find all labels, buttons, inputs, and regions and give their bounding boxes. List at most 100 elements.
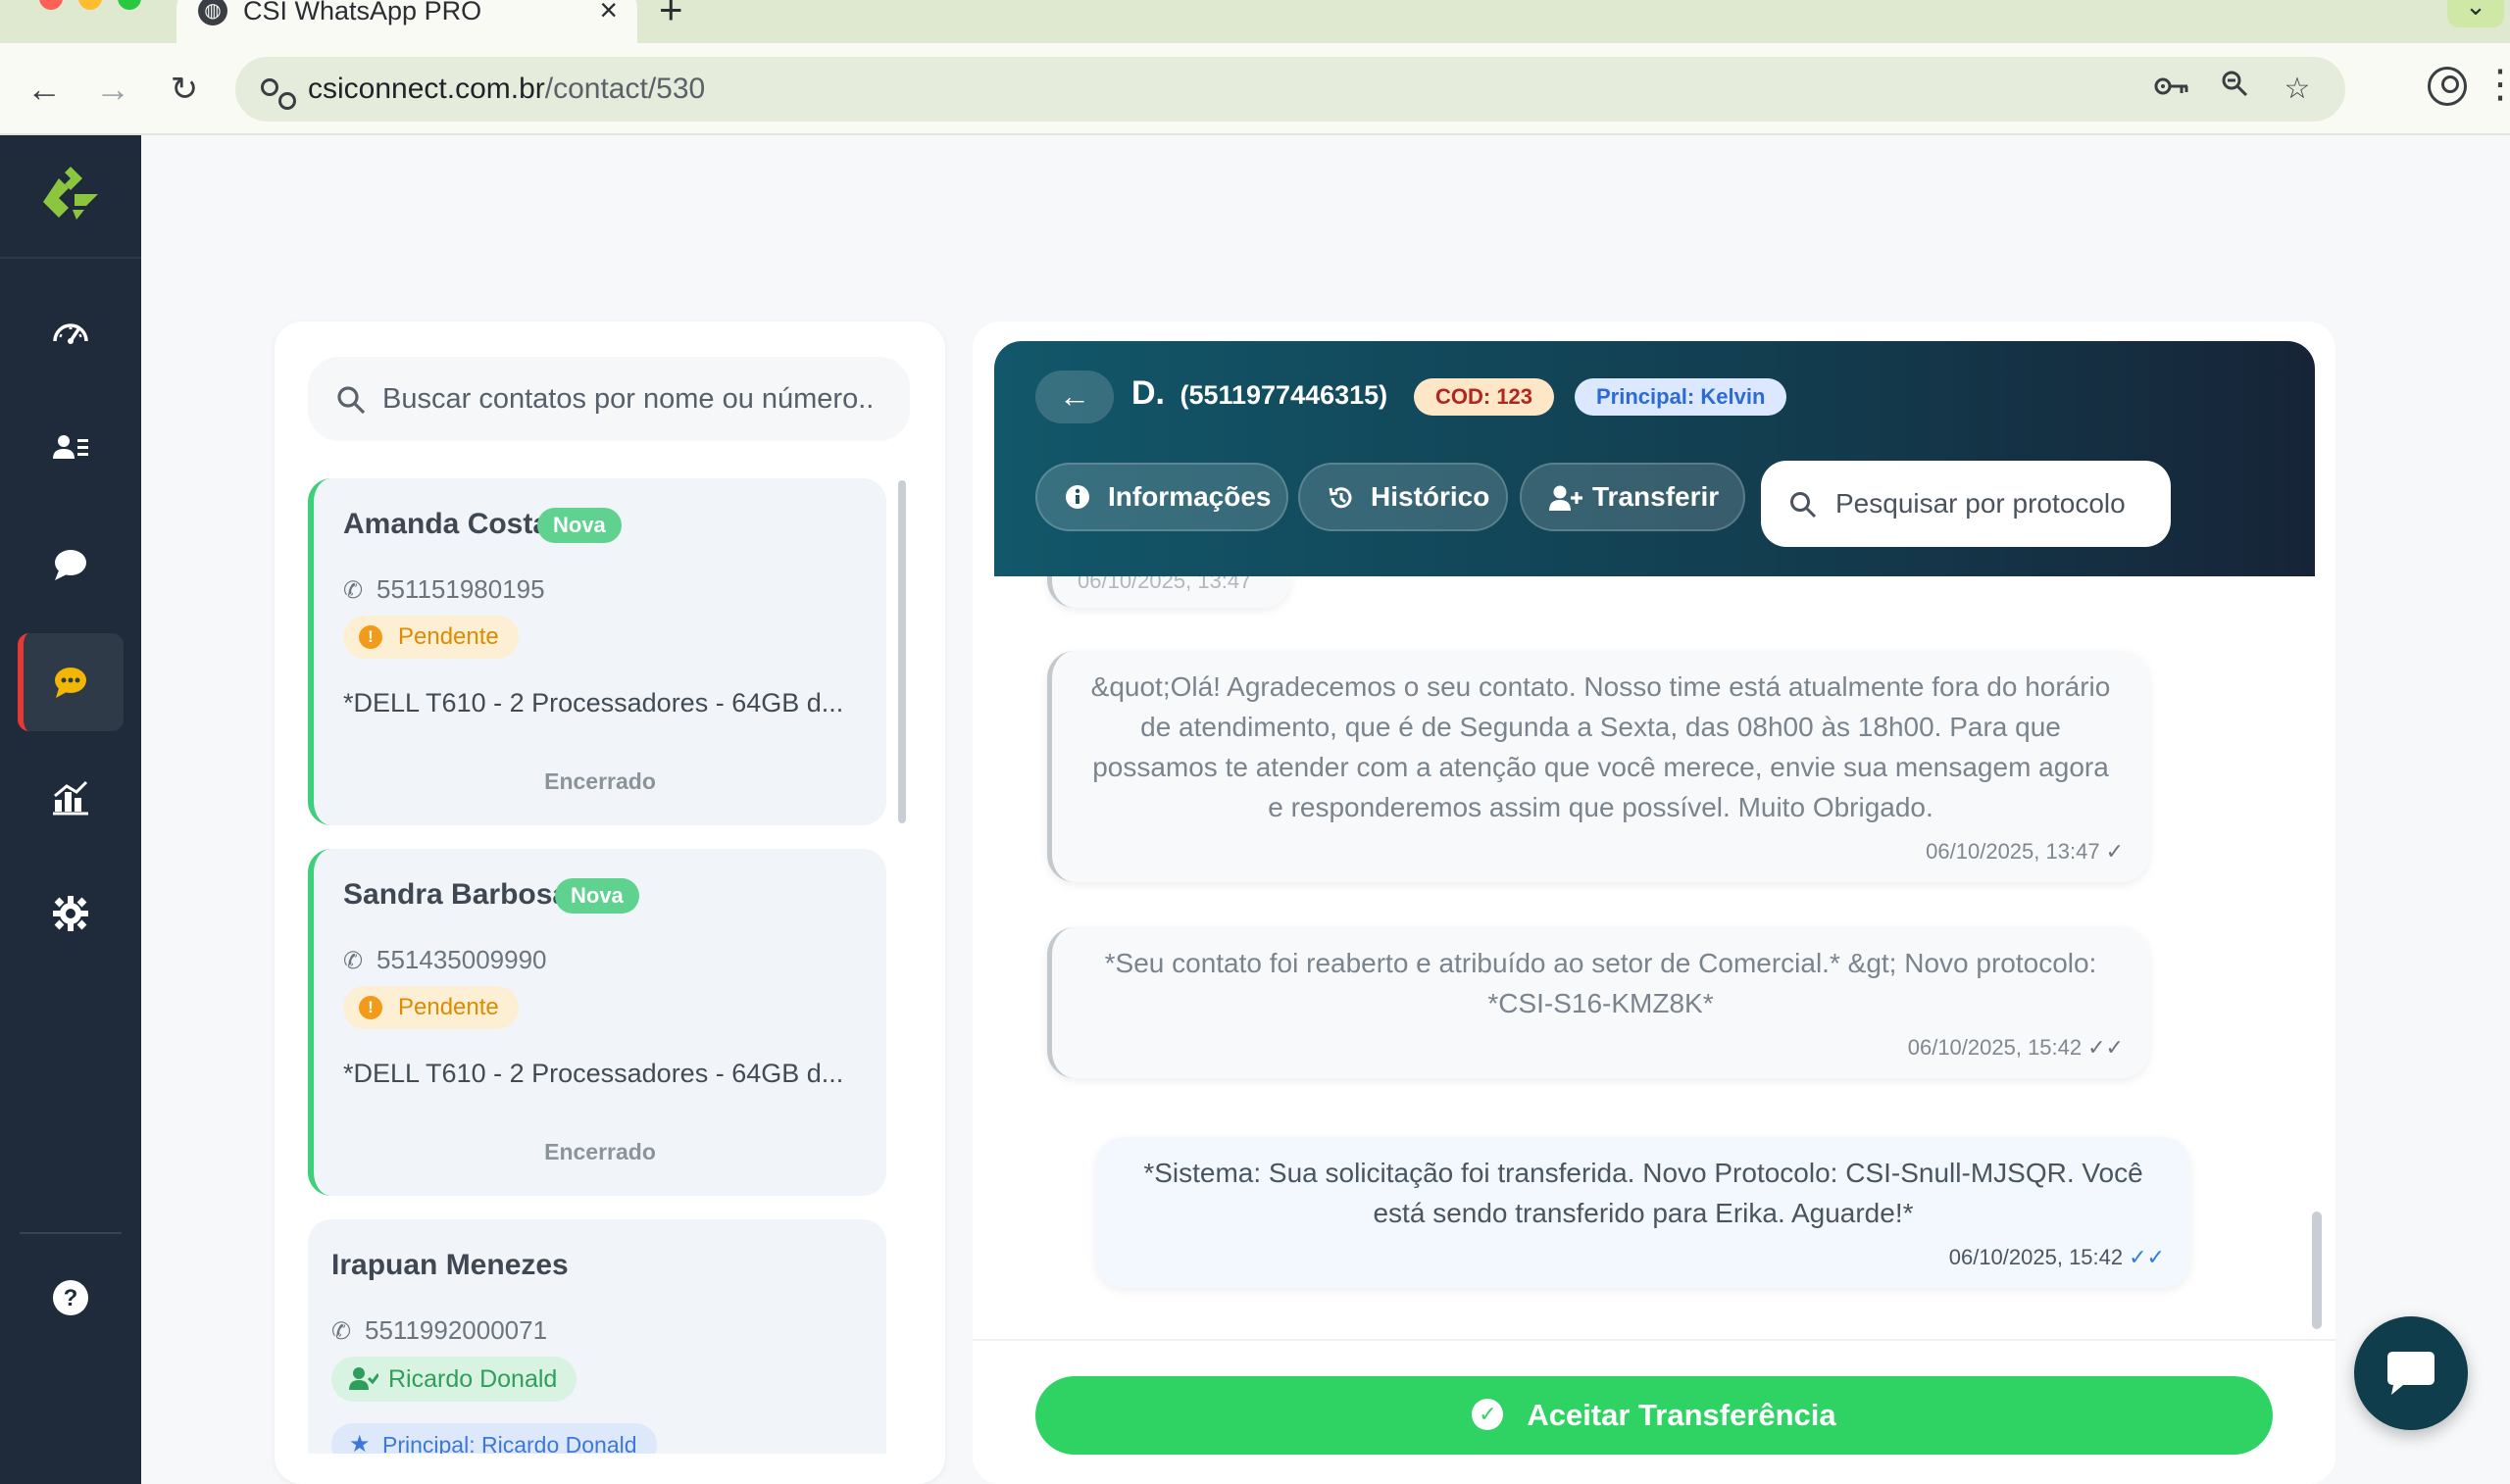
contact-phone: ✆ 551151980195 — [343, 574, 545, 605]
contacts-panel: Amanda Costa Nova ✆ 551151980195 ! Pendent… — [275, 322, 945, 1484]
window-close-button[interactable] — [39, 0, 63, 10]
exclamation-circle-icon: ! — [359, 996, 382, 1019]
message-time: 06/10/2025, 15:42 ✓✓ — [1908, 1035, 2124, 1061]
logo-area — [0, 135, 141, 259]
sidebar-item-active-chats[interactable] — [18, 633, 124, 731]
active-chat-icon — [55, 668, 86, 698]
browser-tab[interactable]: ◍ CSI WhatsApp PRO × — [176, 0, 637, 43]
message-list: 06/10/2025, 13:47 &quot;Olá! Agradecemos… — [973, 576, 2335, 1339]
password-key-icon[interactable] — [2151, 69, 2192, 110]
protocol-search[interactable] — [1761, 461, 2171, 547]
contact-search-input[interactable] — [382, 374, 892, 423]
site-info-icon[interactable] — [257, 71, 296, 110]
reload-icon[interactable]: ↻ — [160, 65, 209, 114]
sidebar-item-settings[interactable] — [18, 865, 124, 963]
status-badge: ! Pendente — [343, 616, 519, 659]
status-label: Pendente — [398, 623, 499, 650]
contact-phone-number: 5511992000071 — [365, 1315, 548, 1345]
tab-title: CSI WhatsApp PRO — [243, 0, 482, 25]
contact-name: Irapuan Menezes — [331, 1249, 569, 1281]
settings-icon — [53, 896, 88, 931]
sidebar-item-contacts[interactable] — [18, 400, 124, 498]
protocol-search-input[interactable] — [1835, 480, 2149, 527]
chat-panel: ← D. (5511977446315) COD: 123 Principal:… — [973, 322, 2335, 1484]
help-icon: ? — [53, 1280, 88, 1315]
principal-agent-badge: Principal: Kelvin — [1575, 378, 1787, 416]
contact-card[interactable]: Sandra Barbosa Nova ✆ 551435009990 ! Pende… — [308, 849, 886, 1196]
url-text[interactable]: csiconnect.com.br/contact/530 — [308, 73, 705, 106]
main-content: Amanda Costa Nova ✆ 551151980195 ! Pendent… — [141, 135, 2510, 1484]
chat-header: ← D. (5511977446315) COD: 123 Principal:… — [994, 341, 2315, 576]
arrow-left-icon: ← — [1059, 378, 1090, 414]
new-badge: Nova — [537, 508, 622, 543]
contact-phone: ✆ 551435009990 — [343, 945, 547, 975]
user-check-icon — [349, 1367, 378, 1390]
sidebar-item-dashboard[interactable] — [18, 284, 124, 382]
user-plus-icon — [1549, 485, 1582, 511]
contacts-scrollbar[interactable] — [898, 480, 906, 823]
contact-phone-number: 551151980195 — [376, 574, 545, 604]
sidebar-item-help[interactable]: ? — [18, 1249, 124, 1347]
history-icon — [1329, 487, 1352, 509]
bookmark-star-icon[interactable]: ☆ — [2277, 69, 2318, 110]
message-text: *Sistema: Sua solicitação foi transferid… — [1143, 1158, 2143, 1228]
phone-icon: ✆ — [343, 948, 364, 974]
messages-scrollbar[interactable] — [2312, 1212, 2322, 1329]
message-time-text: 06/10/2025, 15:42 — [1948, 1245, 2124, 1269]
tab-search-chevron-icon[interactable]: ⌄ — [2447, 0, 2504, 27]
chat-bubble-icon — [55, 550, 86, 580]
message-time: 06/10/2025, 15:42 ✓✓ — [1949, 1245, 2165, 1270]
last-message-preview: *DELL T610 - 2 Processadores - 64GB d... — [343, 1059, 844, 1088]
sidebar-item-chats[interactable] — [18, 516, 124, 614]
browser-tab-strip: ◍ CSI WhatsApp PRO × + ⌄ — [0, 0, 2510, 43]
search-icon — [337, 386, 366, 415]
history-button-label: Histórico — [1371, 481, 1490, 512]
phone-icon: ✆ — [331, 1318, 352, 1345]
profile-icon[interactable] — [2428, 67, 2467, 106]
url-domain: csiconnect.com.br — [308, 73, 545, 105]
address-bar[interactable]: csiconnect.com.br/contact/530 ☆ — [235, 57, 2345, 122]
transfer-button[interactable]: Transferir — [1520, 463, 1745, 531]
contact-phone-number: 551435009990 — [376, 945, 547, 974]
svg-text:?: ? — [64, 1285, 78, 1311]
message-time: 06/10/2025, 13:47 — [1078, 576, 1252, 593]
accept-transfer-button[interactable]: ✓ Aceitar Transferência — [1035, 1376, 2273, 1455]
accept-transfer-label: Aceitar Transferência — [1527, 1398, 1836, 1432]
transfer-button-label: Transferir — [1592, 481, 1720, 512]
new-tab-icon[interactable]: + — [659, 0, 683, 33]
forward-arrow-icon[interactable]: → — [88, 65, 137, 114]
app-sidebar: ? — [0, 135, 141, 1484]
zoom-icon[interactable] — [2214, 69, 2255, 110]
sidebar-item-reports[interactable] — [18, 749, 124, 847]
floating-chat-button[interactable] — [2354, 1316, 2468, 1430]
message-bubble: &quot;Olá! Agradecemos o seu contato. No… — [1047, 651, 2149, 882]
chat-fab-icon — [2387, 1352, 2435, 1395]
check-circle-icon: ✓ — [1472, 1398, 1504, 1430]
chat-contact-name: D. — [1131, 374, 1165, 412]
message-text: *Seu contato foi reaberto e atribuído ao… — [1104, 948, 2097, 1018]
window-maximize-button[interactable] — [118, 0, 141, 10]
cod-badge: COD: 123 — [1414, 378, 1555, 416]
history-button[interactable]: Histórico — [1298, 463, 1508, 531]
exclamation-circle-icon: ! — [359, 625, 382, 649]
browser-menu-icon[interactable]: ⋮ — [2481, 63, 2510, 106]
assigned-agent-badge: Ricardo Donald — [331, 1357, 577, 1402]
contact-search[interactable] — [308, 357, 910, 441]
info-button[interactable]: Informações — [1035, 463, 1288, 531]
contact-card[interactable]: Irapuan Menezes ✆ 5511992000071 Ricardo D… — [308, 1219, 886, 1454]
back-button[interactable]: ← — [1035, 371, 1114, 423]
window-minimize-button[interactable] — [78, 0, 102, 10]
app-logo[interactable] — [39, 165, 102, 227]
back-arrow-icon[interactable]: ← — [20, 65, 69, 114]
message-bubble: *Seu contato foi reaberto e atribuído ao… — [1047, 927, 2149, 1078]
ticket-state-label: Encerrado — [544, 768, 656, 794]
new-badge: Nova — [555, 878, 639, 914]
double-check-icon: ✓✓ — [2087, 1035, 2124, 1060]
star-icon: ★ — [349, 1431, 371, 1454]
principal-label: Principal: Ricardo Donald — [382, 1432, 637, 1454]
contact-card[interactable]: Amanda Costa Nova ✆ 551151980195 ! Pendent… — [308, 478, 886, 825]
info-button-label: Informações — [1108, 481, 1272, 512]
dashboard-icon — [53, 323, 88, 344]
tab-close-icon[interactable]: × — [599, 0, 618, 28]
contact-name: Sandra Barbosa — [343, 878, 570, 911]
